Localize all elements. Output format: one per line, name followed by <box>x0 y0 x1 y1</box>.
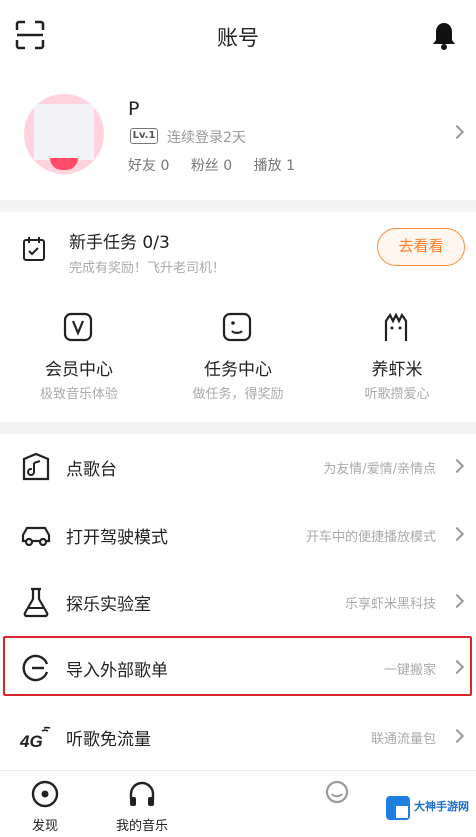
divider <box>0 422 476 434</box>
chevron-right-icon <box>449 526 465 542</box>
profile-card[interactable]: P Lv.1 连续登录2天 好友 0 粉丝 0 播放 1 <box>0 80 476 190</box>
row-sub: 开车中的便捷播放模式 <box>305 530 436 545</box>
watermark-text: 大神手游网 <box>414 800 469 813</box>
row-sub: 为友情/爱情/亲情点 <box>323 462 436 477</box>
task-subtitle: 完成有奖励！飞升老司机！ <box>69 261 226 276</box>
jukebox-icon <box>22 452 50 481</box>
divider <box>0 200 476 212</box>
feature-grid: 会员中心 极致音乐体验 任务中心 做任务，得奖励 养虾米 听歌攒爱心 <box>0 308 476 408</box>
tab-account[interactable] <box>292 771 382 837</box>
chevron-right-icon <box>449 124 465 140</box>
row-label: 打开驾驶模式 <box>66 528 168 548</box>
bell-icon[interactable] <box>430 21 458 51</box>
row-label: 点歌台 <box>66 460 117 480</box>
profile-stats: 好友 0 粉丝 0 播放 1 <box>128 155 312 175</box>
flask-icon <box>23 587 49 618</box>
calendar-check-icon <box>23 237 45 261</box>
fans-count[interactable]: 粉丝 0 <box>191 158 232 174</box>
header: 账号 <box>0 0 476 72</box>
watermark: 大神手游网 <box>382 792 472 834</box>
tab-my-music[interactable]: 我的音乐 <box>97 771 187 837</box>
discover-icon <box>31 780 59 808</box>
row-lab[interactable]: 探乐实验室 乐享虾米黑科技 <box>0 569 476 635</box>
newbie-task[interactable]: 新手任务 0/3 完成有奖励！飞升老司机！ 去看看 <box>0 214 476 284</box>
row-sub: 乐享虾米黑科技 <box>344 597 436 612</box>
page-title: 账号 <box>217 26 259 50</box>
chevron-right-icon <box>449 458 465 474</box>
task-icon <box>222 312 252 342</box>
login-streak: 连续登录2天 <box>167 130 246 146</box>
row-free-data[interactable]: 4G 听歌免流量 联通流量包 <box>0 704 476 770</box>
grid-sub: 听歌攒爱心 <box>364 387 430 402</box>
grid-sub: 做任务，得奖励 <box>192 387 284 402</box>
vip-icon <box>63 312 93 342</box>
grid-item-task[interactable]: 任务中心 做任务，得奖励 <box>159 308 317 408</box>
row-sub: 联通流量包 <box>370 732 436 747</box>
headphones-icon <box>129 781 155 806</box>
plays-count[interactable]: 播放 1 <box>254 158 295 174</box>
level-badge: Lv.1 <box>130 128 158 144</box>
account-icon <box>325 780 349 804</box>
shrimp-icon <box>384 312 408 341</box>
avatar[interactable] <box>24 94 104 174</box>
4g-icon: 4G <box>20 726 51 751</box>
tab-label: 发现 <box>31 819 58 834</box>
chevron-right-icon <box>449 593 465 609</box>
tab-discover[interactable]: 发现 <box>0 771 90 837</box>
username: P <box>128 98 140 120</box>
grid-item-vip[interactable]: 会员中心 极致音乐体验 <box>0 308 158 408</box>
grid-label: 养虾米 <box>371 360 423 380</box>
row-drive-mode[interactable]: 打开驾驶模式 开车中的便捷播放模式 <box>0 502 476 568</box>
row-label: 探乐实验室 <box>66 595 151 615</box>
grid-label: 会员中心 <box>45 360 113 380</box>
friends-count[interactable]: 好友 0 <box>128 158 169 174</box>
task-title: 新手任务 0/3 <box>69 233 170 253</box>
go-see-button[interactable]: 去看看 <box>377 228 465 266</box>
car-icon <box>21 526 51 547</box>
row-label: 听歌免流量 <box>66 730 151 750</box>
grid-item-shrimp[interactable]: 养虾米 听歌攒爱心 <box>318 308 476 408</box>
watermark-logo-icon <box>386 796 410 820</box>
grid-label: 任务中心 <box>204 360 272 380</box>
chevron-right-icon <box>449 728 465 744</box>
highlight-box <box>3 636 472 696</box>
grid-sub: 极致音乐体验 <box>39 387 118 402</box>
svg-text:4G: 4G <box>20 732 43 751</box>
row-jukebox[interactable]: 点歌台 为友情/爱情/亲情点 <box>0 434 476 500</box>
tab-label: 我的音乐 <box>115 819 168 834</box>
